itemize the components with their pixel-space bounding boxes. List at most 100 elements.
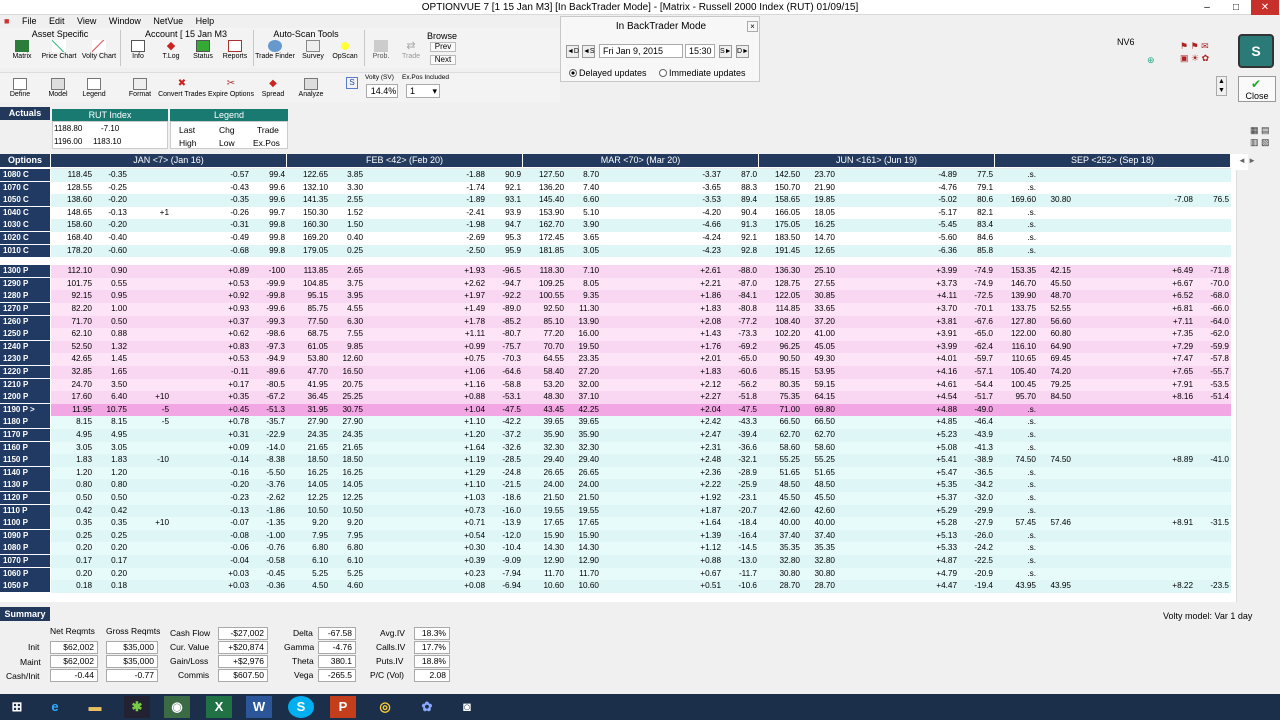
matrix-cell[interactable]: 25.10 — [803, 265, 836, 278]
matrix-cell[interactable]: -18.4 — [721, 517, 757, 530]
info-button[interactable]: Info — [124, 40, 152, 61]
matrix-cell[interactable]: 8.70 — [567, 169, 599, 182]
table-row[interactable]: 1150 P 1.83 1.83 -10 -0.14 -8.38 18.50 18.50 +1.… — [0, 454, 1236, 467]
matrix-cell[interactable]: 100.45 — [1000, 379, 1036, 392]
matrix-cell[interactable]: 85.8 — [957, 245, 993, 258]
matrix-cell[interactable]: -36.5 — [957, 467, 993, 480]
matrix-cell[interactable]: 12.90 — [528, 555, 565, 568]
matrix-cell[interactable]: 21.90 — [803, 182, 836, 195]
matrix-cell[interactable]: 6.60 — [567, 194, 599, 207]
matrix-cell[interactable]: -3.37 — [683, 169, 721, 182]
matrix-cell[interactable]: 1.32 — [95, 341, 127, 354]
matrix-cell[interactable]: 114.85 — [764, 303, 800, 316]
chrome-icon[interactable]: ◎ — [372, 696, 398, 718]
camera-icon[interactable]: ◙ — [454, 696, 480, 718]
matrix-cell[interactable]: -6.36 — [919, 245, 957, 258]
matrix-cell[interactable]: 21.65 — [292, 442, 329, 455]
ie-icon[interactable]: e — [42, 696, 68, 718]
matrix-cell[interactable]: -6.94 — [485, 580, 521, 593]
matrix-cell[interactable]: +7.65 — [1155, 366, 1193, 379]
matrix-cell[interactable]: -99.6 — [249, 303, 285, 316]
matrix-cell[interactable]: 0.50 — [95, 316, 127, 329]
volty-chart-button[interactable]: Volty Chart — [80, 40, 118, 61]
matrix-cell[interactable]: 10.60 — [528, 580, 565, 593]
matrix-cell[interactable]: -67.2 — [249, 391, 285, 404]
matrix-cell[interactable]: +3.99 — [919, 341, 957, 354]
matrix-cell[interactable]: 39.65 — [567, 416, 600, 429]
matrix-cell[interactable]: +0.99 — [447, 341, 485, 354]
matrix-cell[interactable]: 0.42 — [95, 505, 127, 518]
matrix-cell[interactable]: +10 — [135, 517, 169, 530]
matrix-cell[interactable]: -13.9 — [485, 517, 521, 530]
matrix-cell[interactable]: 132.10 — [292, 182, 328, 195]
matrix-cell[interactable]: +5.23 — [919, 429, 957, 442]
strike-label[interactable]: 1010 C — [0, 244, 50, 257]
matrix-cell[interactable]: -57.8 — [1193, 353, 1229, 366]
app-menu-icon[interactable]: ■ — [0, 15, 15, 26]
matrix-cell[interactable]: +0.62 — [211, 328, 249, 341]
matrix-cell[interactable]: 99.8 — [249, 219, 285, 232]
matrix-cell[interactable]: -62.4 — [957, 341, 993, 354]
matrix-cell[interactable]: 0.20 — [56, 542, 92, 555]
matrix-cell[interactable]: 45.50 — [764, 492, 801, 505]
matrix-cell[interactable]: -0.31 — [211, 219, 249, 232]
matrix-cell[interactable]: 64.15 — [803, 391, 836, 404]
matrix-cell[interactable]: 68.75 — [292, 328, 329, 341]
matrix-cell[interactable]: 1.52 — [331, 207, 363, 220]
table-row[interactable]: 1110 P 0.42 0.42 -0.13 -1.86 10.50 10.50 +0.73-… — [0, 504, 1236, 518]
matrix-cell[interactable]: .s. — [1000, 245, 1036, 258]
matrix-cell[interactable]: .s. — [1000, 232, 1036, 245]
menu-help[interactable]: Help — [192, 15, 221, 26]
matrix-cell[interactable]: 36.45 — [292, 391, 329, 404]
price-chart-button[interactable]: Price Chart — [40, 40, 78, 61]
matrix-cell[interactable]: .s. — [1000, 169, 1036, 182]
strike-label[interactable]: 1050 P — [0, 580, 50, 593]
matrix-cell[interactable]: +1.04 — [447, 404, 485, 417]
matrix-cell[interactable]: 122.65 — [292, 169, 328, 182]
table-row[interactable]: 1050 C 138.60 -0.20 -0.35 99.6 141.35 2.55 -1.8… — [0, 194, 1236, 207]
matrix-cell[interactable]: -0.14 — [211, 454, 249, 467]
matrix-cell[interactable]: 99.7 — [249, 207, 285, 220]
matrix-cell[interactable]: 10.50 — [292, 505, 329, 518]
matrix-cell[interactable]: 148.65 — [56, 207, 92, 220]
matrix-cell[interactable]: +5.37 — [919, 492, 957, 505]
matrix-cell[interactable]: 85.15 — [764, 366, 801, 379]
menu-window[interactable]: Window — [105, 15, 147, 26]
matrix-cell[interactable]: -22.5 — [957, 555, 993, 568]
matrix-cell[interactable]: +0.09 — [211, 442, 249, 455]
matrix-cell[interactable]: 0.42 — [56, 505, 92, 518]
matrix-cell[interactable]: 1.83 — [56, 454, 92, 467]
back-step-button[interactable]: ◄S — [582, 45, 595, 58]
matrix-cell[interactable]: 179.05 — [292, 245, 328, 258]
matrix-cell[interactable]: 17.60 — [56, 391, 93, 404]
matrix-cell[interactable]: 88.3 — [721, 182, 757, 195]
matrix-cell[interactable]: +2.01 — [683, 353, 721, 366]
matrix-cell[interactable]: -80.7 — [485, 328, 521, 341]
matrix-cell[interactable]: -10.4 — [485, 542, 521, 555]
optionvue-icon[interactable]: ◉ — [164, 696, 190, 718]
matrix-cell[interactable]: 83.4 — [957, 219, 993, 232]
matrix-cell[interactable]: 99.8 — [249, 232, 285, 245]
matrix-cell[interactable]: 7.55 — [331, 328, 363, 341]
matrix-cell[interactable]: 6.80 — [331, 542, 363, 555]
matrix-cell[interactable]: 28.70 — [764, 580, 801, 593]
matrix-cell[interactable]: -5.45 — [919, 219, 957, 232]
matrix-cell[interactable]: 0.90 — [95, 265, 127, 278]
matrix-cell[interactable]: +5.13 — [919, 530, 957, 543]
windows-icon[interactable]: ⊞ — [4, 696, 30, 718]
matrix-cell[interactable]: +7.35 — [1155, 328, 1193, 341]
strike-label[interactable]: 1080 C — [0, 169, 50, 181]
matrix-cell[interactable]: 122.00 — [1000, 328, 1036, 341]
matrix-cell[interactable]: 57.46 — [1039, 517, 1072, 530]
strike-label[interactable]: 1170 P — [0, 429, 50, 441]
matrix-cell[interactable]: +1.87 — [683, 505, 721, 518]
matrix-cell[interactable]: 16.50 — [331, 366, 364, 379]
matrix-cell[interactable]: 39.65 — [528, 416, 565, 429]
matrix-cell[interactable]: 105.40 — [1000, 366, 1036, 379]
matrix-cell[interactable]: 69.45 — [1039, 353, 1072, 366]
matrix-cell[interactable]: -29.9 — [957, 505, 993, 518]
strike-label[interactable]: 1140 P — [0, 466, 50, 479]
matrix-cell[interactable]: 14.30 — [528, 542, 565, 555]
matrix-cell[interactable]: -59.9 — [1193, 341, 1229, 354]
matrix-cell[interactable]: 127.80 — [1000, 316, 1036, 329]
